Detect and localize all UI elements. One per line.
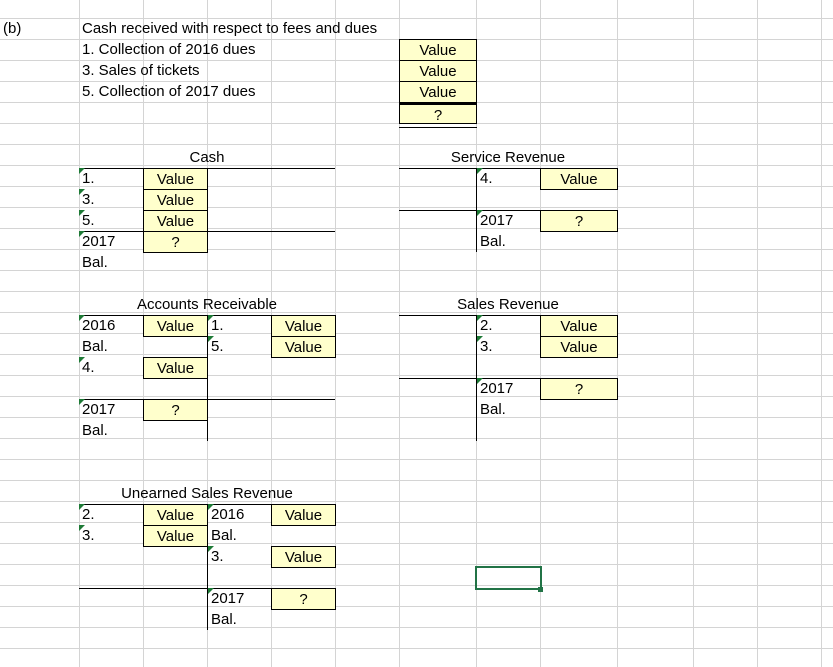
usr-debit-ref: 2. [79, 504, 143, 525]
summary-value-cell[interactable]: Value [399, 60, 477, 82]
ref-text: 2016 [211, 506, 245, 523]
usr-debit-value[interactable]: Value [143, 504, 208, 526]
t-account-divider [207, 315, 208, 441]
error-indicator-icon [208, 588, 214, 594]
sales-revenue-balance-value[interactable]: ? [540, 378, 618, 400]
service-revenue-title: Service Revenue [450, 149, 566, 166]
error-indicator-icon [79, 189, 85, 195]
cash-balance-ref2: Bal. [82, 254, 108, 271]
usr-opening-value[interactable]: Value [271, 504, 336, 526]
ar-credit-ref: 5. [208, 336, 271, 357]
cash-debit-ref: 5. [79, 210, 143, 231]
cash-account-title: Cash [189, 149, 225, 166]
ar-credit-ref: 1. [208, 315, 271, 336]
error-indicator-icon [477, 378, 483, 384]
error-indicator-icon [79, 231, 85, 237]
sales-revenue-credit-value[interactable]: Value [540, 336, 618, 358]
error-indicator-icon [208, 504, 214, 510]
t-account-divider [207, 504, 208, 630]
sales-revenue-credit-ref: 3. [477, 336, 540, 357]
error-indicator-icon [79, 399, 85, 405]
usr-balance-value[interactable]: ? [271, 588, 336, 610]
error-indicator-icon [208, 315, 214, 321]
summary-item-label: 1. Collection of 2016 dues [82, 41, 256, 58]
service-revenue-credit-ref: 4. [477, 168, 540, 189]
ar-balance-ref: 2017 [79, 399, 143, 420]
ref-text: 2017 [480, 212, 514, 229]
error-indicator-icon [79, 168, 85, 174]
t-account-divider [207, 168, 208, 252]
error-indicator-icon [79, 357, 85, 363]
cash-debit-value[interactable]: Value [143, 189, 208, 211]
cash-balance-ref: 2017 [79, 231, 143, 252]
ref-text: 2016 [82, 317, 116, 334]
error-indicator-icon [477, 336, 483, 342]
ar-credit-value[interactable]: Value [271, 336, 336, 358]
ar-balance-ref2: Bal. [82, 422, 108, 439]
service-revenue-balance-value[interactable]: ? [540, 210, 618, 232]
usr-credit-value[interactable]: Value [271, 546, 336, 568]
ar-opening-value[interactable]: Value [143, 315, 208, 337]
double-underline [399, 123, 477, 128]
usr-balance-ref2: Bal. [211, 611, 237, 628]
cash-balance-value[interactable]: ? [143, 231, 208, 253]
service-revenue-balance-ref: 2017 [477, 210, 540, 231]
ref-text: 2017 [82, 233, 116, 250]
error-indicator-icon [79, 315, 85, 321]
fill-handle[interactable] [538, 587, 543, 592]
ar-debit-ref: 4. [79, 357, 143, 378]
summary-total-cell[interactable]: ? [399, 103, 477, 124]
part-label: (b) [3, 20, 22, 37]
usr-opening-ref2: Bal. [211, 527, 237, 544]
error-indicator-icon [208, 336, 214, 342]
error-indicator-icon [79, 504, 85, 510]
error-indicator-icon [79, 525, 85, 531]
sales-revenue-credit-value[interactable]: Value [540, 315, 618, 337]
error-indicator-icon [208, 546, 214, 552]
ar-opening-ref: 2016 [79, 315, 143, 336]
cash-debit-ref: 3. [79, 189, 143, 210]
usr-credit-ref: 3. [208, 546, 271, 567]
error-indicator-icon [79, 210, 85, 216]
usr-balance-ref: 2017 [208, 588, 271, 609]
sales-revenue-balance-ref2: Bal. [480, 401, 506, 418]
summary-value-cell[interactable]: Value [399, 39, 477, 61]
summary-item-label: 5. Collection of 2017 dues [82, 83, 256, 100]
unearned-sales-revenue-title: Unearned Sales Revenue [121, 485, 293, 502]
summary-heading: Cash received with respect to fees and d… [82, 20, 378, 37]
ref-text: 2017 [480, 380, 514, 397]
error-indicator-icon [477, 210, 483, 216]
cash-debit-value[interactable]: Value [143, 210, 208, 232]
ref-text: 2017 [82, 401, 116, 418]
service-revenue-credit-value[interactable]: Value [540, 168, 618, 190]
ar-opening-ref2: Bal. [82, 338, 108, 355]
sales-revenue-title: Sales Revenue [457, 296, 559, 313]
usr-opening-ref: 2016 [208, 504, 271, 525]
ar-credit-value[interactable]: Value [271, 315, 336, 337]
cash-debit-value[interactable]: Value [143, 168, 208, 190]
sales-revenue-credit-ref: 2. [477, 315, 540, 336]
error-indicator-icon [477, 168, 483, 174]
ar-debit-value[interactable]: Value [143, 357, 208, 379]
summary-value-cell[interactable]: Value [399, 81, 477, 103]
active-cell-selection[interactable] [475, 566, 542, 590]
cash-debit-ref: 1. [79, 168, 143, 189]
usr-debit-ref: 3. [79, 525, 143, 546]
accounts-receivable-title: Accounts Receivable [136, 296, 278, 313]
ar-balance-value[interactable]: ? [143, 399, 208, 421]
usr-debit-value[interactable]: Value [143, 525, 208, 547]
error-indicator-icon [477, 315, 483, 321]
ref-text: 2017 [211, 590, 245, 607]
summary-item-label: 3. Sales of tickets [82, 62, 200, 79]
sales-revenue-balance-ref: 2017 [477, 378, 540, 399]
service-revenue-balance-ref2: Bal. [480, 233, 506, 250]
